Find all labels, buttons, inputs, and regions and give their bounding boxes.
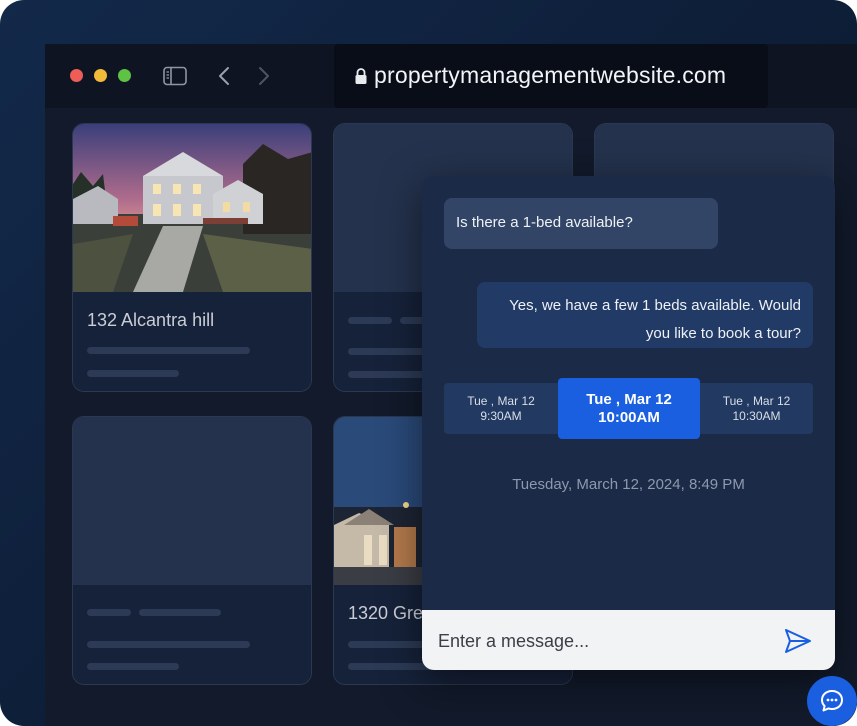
minimize-window-button[interactable] xyxy=(94,69,107,82)
slot-time: 9:30AM xyxy=(480,408,522,423)
placeholder-line xyxy=(139,609,221,616)
chat-bubble-icon xyxy=(821,690,843,712)
placeholder-line xyxy=(87,370,179,377)
message-composer xyxy=(422,610,835,670)
lock-icon xyxy=(355,68,367,84)
time-slot-option[interactable]: Tue , Mar 12 10:30AM xyxy=(700,383,813,434)
placeholder-line xyxy=(87,609,131,616)
close-window-button[interactable] xyxy=(70,69,83,82)
send-icon[interactable] xyxy=(784,628,812,654)
message-timestamp: Tuesday, March 12, 2024, 8:49 PM xyxy=(512,476,745,493)
slot-date: Tue , Mar 12 xyxy=(722,393,791,408)
time-slot-option[interactable]: Tue , Mar 12 9:30AM xyxy=(444,383,558,434)
url-text: propertymanagementwebsite.com xyxy=(374,62,727,88)
slot-time: 10:00AM xyxy=(598,408,660,426)
message-input[interactable] xyxy=(436,622,770,660)
placeholder-line xyxy=(87,641,250,648)
listing-title: 1320 Gre xyxy=(348,603,424,623)
slot-date: Tue , Mar 12 xyxy=(586,390,672,408)
placeholder-line xyxy=(348,317,392,324)
time-slot-option-selected[interactable]: Tue , Mar 12 10:00AM xyxy=(558,378,700,439)
back-arrow-icon[interactable] xyxy=(217,65,231,87)
slot-date: Tue , Mar 12 xyxy=(467,393,535,408)
sidebar-toggle-icon[interactable] xyxy=(163,66,187,86)
listing-card[interactable]: 132 Alcantra hill xyxy=(72,123,312,392)
reply-message: Yes, we have a few 1 beds available. Wou… xyxy=(477,282,813,348)
incoming-message: Is there a 1-bed available? xyxy=(444,198,718,249)
address-bar[interactable]: propertymanagementwebsite.com xyxy=(334,44,768,108)
listing-card[interactable] xyxy=(72,416,312,685)
screenshot-frame: propertymanagementwebsite.com 132 Alcant… xyxy=(0,0,857,726)
image-placeholder xyxy=(73,417,311,585)
chat-window: Is there a 1-bed available? Yes, we have… xyxy=(422,176,835,670)
listing-title: 132 Alcantra hill xyxy=(87,310,215,330)
chat-launcher-button[interactable] xyxy=(807,676,857,726)
maximize-window-button[interactable] xyxy=(118,69,131,82)
placeholder-line xyxy=(87,347,250,354)
forward-arrow-icon[interactable] xyxy=(257,65,271,87)
browser-toolbar: propertymanagementwebsite.com xyxy=(45,44,857,108)
house-photo xyxy=(73,124,311,292)
time-slot-picker: Tue , Mar 12 9:30AM Tue , Mar 12 10:00AM… xyxy=(444,378,813,439)
placeholder-line xyxy=(87,663,179,670)
slot-time: 10:30AM xyxy=(732,408,781,423)
